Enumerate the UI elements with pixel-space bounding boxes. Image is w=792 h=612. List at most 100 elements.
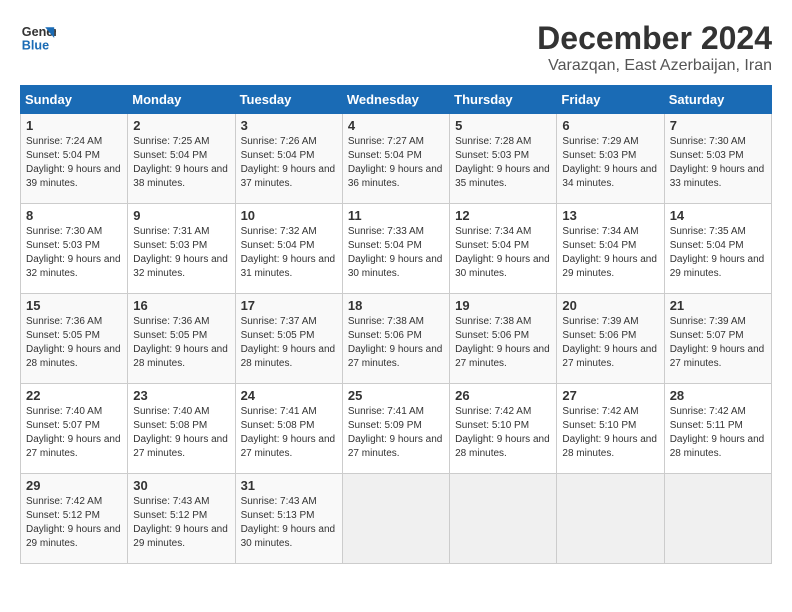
- day-detail: Sunrise: 7:40 AMSunset: 5:08 PMDaylight:…: [133, 405, 229, 461]
- calendar-day-24: 24 Sunrise: 7:41 AMSunset: 5:08 PMDayligh…: [235, 384, 342, 474]
- day-detail: Sunrise: 7:29 AMSunset: 5:03 PMDaylight:…: [562, 135, 658, 191]
- day-detail: Sunrise: 7:38 AMSunset: 5:06 PMDaylight:…: [455, 315, 551, 371]
- empty-cell: [557, 474, 664, 564]
- day-detail: Sunrise: 7:42 AMSunset: 5:11 PMDaylight:…: [670, 405, 766, 461]
- calendar-day-17: 17 Sunrise: 7:37 AMSunset: 5:05 PMDayligh…: [235, 294, 342, 384]
- calendar-day-20: 20 Sunrise: 7:39 AMSunset: 5:06 PMDayligh…: [557, 294, 664, 384]
- day-number: 9: [133, 208, 229, 223]
- day-number: 2: [133, 118, 229, 133]
- main-title: December 2024: [537, 20, 772, 57]
- calendar-day-12: 12 Sunrise: 7:34 AMSunset: 5:04 PMDayligh…: [450, 204, 557, 294]
- day-number: 27: [562, 388, 658, 403]
- day-number: 5: [455, 118, 551, 133]
- day-header-friday: Friday: [557, 86, 664, 114]
- day-number: 8: [26, 208, 122, 223]
- day-number: 31: [241, 478, 337, 493]
- calendar-day-26: 26 Sunrise: 7:42 AMSunset: 5:10 PMDayligh…: [450, 384, 557, 474]
- calendar-day-2: 2 Sunrise: 7:25 AMSunset: 5:04 PMDaylight…: [128, 114, 235, 204]
- day-detail: Sunrise: 7:35 AMSunset: 5:04 PMDaylight:…: [670, 225, 766, 281]
- day-header-saturday: Saturday: [664, 86, 771, 114]
- day-detail: Sunrise: 7:30 AMSunset: 5:03 PMDaylight:…: [26, 225, 122, 281]
- calendar-day-15: 15Sunrise: 7:36 AMSunset: 5:05 PMDayligh…: [21, 294, 128, 384]
- day-number: 7: [670, 118, 766, 133]
- empty-cell: [342, 474, 449, 564]
- day-number: 30: [133, 478, 229, 493]
- header: General Blue December 2024 Varazqan, Eas…: [20, 20, 772, 75]
- day-detail: Sunrise: 7:38 AMSunset: 5:06 PMDaylight:…: [348, 315, 444, 371]
- day-detail: Sunrise: 7:42 AMSunset: 5:10 PMDaylight:…: [455, 405, 551, 461]
- day-detail: Sunrise: 7:39 AMSunset: 5:07 PMDaylight:…: [670, 315, 766, 371]
- day-detail: Sunrise: 7:34 AMSunset: 5:04 PMDaylight:…: [562, 225, 658, 281]
- day-number: 17: [241, 298, 337, 313]
- calendar-day-1: 1Sunrise: 7:24 AMSunset: 5:04 PMDaylight…: [21, 114, 128, 204]
- calendar-day-14: 14Sunrise: 7:35 AMSunset: 5:04 PMDayligh…: [664, 204, 771, 294]
- svg-text:Blue: Blue: [22, 39, 49, 53]
- calendar-week-5: 29Sunrise: 7:42 AMSunset: 5:12 PMDayligh…: [21, 474, 772, 564]
- logo-icon: General Blue: [20, 20, 56, 56]
- day-detail: Sunrise: 7:40 AMSunset: 5:07 PMDaylight:…: [26, 405, 122, 461]
- calendar-day-5: 5 Sunrise: 7:28 AMSunset: 5:03 PMDaylight…: [450, 114, 557, 204]
- calendar-day-16: 16 Sunrise: 7:36 AMSunset: 5:05 PMDayligh…: [128, 294, 235, 384]
- day-number: 16: [133, 298, 229, 313]
- empty-cell: [664, 474, 771, 564]
- day-number: 24: [241, 388, 337, 403]
- day-number: 18: [348, 298, 444, 313]
- day-number: 6: [562, 118, 658, 133]
- calendar-day-28: 28 Sunrise: 7:42 AMSunset: 5:11 PMDayligh…: [664, 384, 771, 474]
- calendar-day-18: 18 Sunrise: 7:38 AMSunset: 5:06 PMDayligh…: [342, 294, 449, 384]
- day-detail: Sunrise: 7:25 AMSunset: 5:04 PMDaylight:…: [133, 135, 229, 191]
- calendar-day-8: 8 Sunrise: 7:30 AMSunset: 5:03 PMDaylight…: [21, 204, 128, 294]
- calendar-day-7: 7 Sunrise: 7:30 AMSunset: 5:03 PMDaylight…: [664, 114, 771, 204]
- day-header-sunday: Sunday: [21, 86, 128, 114]
- day-number: 20: [562, 298, 658, 313]
- day-number: 26: [455, 388, 551, 403]
- day-detail: Sunrise: 7:30 AMSunset: 5:03 PMDaylight:…: [670, 135, 766, 191]
- day-number: 12: [455, 208, 551, 223]
- day-detail: Sunrise: 7:37 AMSunset: 5:05 PMDaylight:…: [241, 315, 337, 371]
- calendar-day-25: 25 Sunrise: 7:41 AMSunset: 5:09 PMDayligh…: [342, 384, 449, 474]
- day-number: 25: [348, 388, 444, 403]
- calendar-day-22: 22 Sunrise: 7:40 AMSunset: 5:07 PMDayligh…: [21, 384, 128, 474]
- calendar-day-31: 31 Sunrise: 7:43 AMSunset: 5:13 PMDayligh…: [235, 474, 342, 564]
- day-detail: Sunrise: 7:34 AMSunset: 5:04 PMDaylight:…: [455, 225, 551, 281]
- day-detail: Sunrise: 7:32 AMSunset: 5:04 PMDaylight:…: [241, 225, 337, 281]
- subtitle: Varazqan, East Azerbaijan, Iran: [537, 57, 772, 75]
- calendar-day-23: 23 Sunrise: 7:40 AMSunset: 5:08 PMDayligh…: [128, 384, 235, 474]
- day-header-tuesday: Tuesday: [235, 86, 342, 114]
- calendar-day-21: 21Sunrise: 7:39 AMSunset: 5:07 PMDayligh…: [664, 294, 771, 384]
- logo: General Blue: [20, 20, 56, 56]
- day-number: 10: [241, 208, 337, 223]
- calendar-day-10: 10 Sunrise: 7:32 AMSunset: 5:04 PMDayligh…: [235, 204, 342, 294]
- empty-cell: [450, 474, 557, 564]
- day-detail: Sunrise: 7:28 AMSunset: 5:03 PMDaylight:…: [455, 135, 551, 191]
- day-number: 11: [348, 208, 444, 223]
- calendar-day-4: 4 Sunrise: 7:27 AMSunset: 5:04 PMDaylight…: [342, 114, 449, 204]
- calendar: SundayMondayTuesdayWednesdayThursdayFrid…: [20, 85, 772, 564]
- day-detail: Sunrise: 7:41 AMSunset: 5:09 PMDaylight:…: [348, 405, 444, 461]
- day-detail: Sunrise: 7:41 AMSunset: 5:08 PMDaylight:…: [241, 405, 337, 461]
- day-number: 22: [26, 388, 122, 403]
- day-number: 4: [348, 118, 444, 133]
- day-number: 13: [562, 208, 658, 223]
- day-detail: Sunrise: 7:36 AMSunset: 5:05 PMDaylight:…: [133, 315, 229, 371]
- day-number: 1: [26, 118, 122, 133]
- day-number: 29: [26, 478, 122, 493]
- day-number: 15: [26, 298, 122, 313]
- day-detail: Sunrise: 7:39 AMSunset: 5:06 PMDaylight:…: [562, 315, 658, 371]
- day-number: 3: [241, 118, 337, 133]
- calendar-day-13: 13 Sunrise: 7:34 AMSunset: 5:04 PMDayligh…: [557, 204, 664, 294]
- calendar-day-30: 30Sunrise: 7:43 AMSunset: 5:12 PMDayligh…: [128, 474, 235, 564]
- calendar-day-11: 11 Sunrise: 7:33 AMSunset: 5:04 PMDayligh…: [342, 204, 449, 294]
- day-detail: Sunrise: 7:31 AMSunset: 5:03 PMDaylight:…: [133, 225, 229, 281]
- day-number: 28: [670, 388, 766, 403]
- day-detail: Sunrise: 7:33 AMSunset: 5:04 PMDaylight:…: [348, 225, 444, 281]
- title-area: December 2024 Varazqan, East Azerbaijan,…: [537, 20, 772, 75]
- day-number: 19: [455, 298, 551, 313]
- calendar-day-19: 19 Sunrise: 7:38 AMSunset: 5:06 PMDayligh…: [450, 294, 557, 384]
- day-number: 23: [133, 388, 229, 403]
- day-detail: Sunrise: 7:42 AMSunset: 5:10 PMDaylight:…: [562, 405, 658, 461]
- day-detail: Sunrise: 7:43 AMSunset: 5:13 PMDaylight:…: [241, 495, 337, 551]
- day-header-wednesday: Wednesday: [342, 86, 449, 114]
- day-detail: Sunrise: 7:27 AMSunset: 5:04 PMDaylight:…: [348, 135, 444, 191]
- day-header-monday: Monday: [128, 86, 235, 114]
